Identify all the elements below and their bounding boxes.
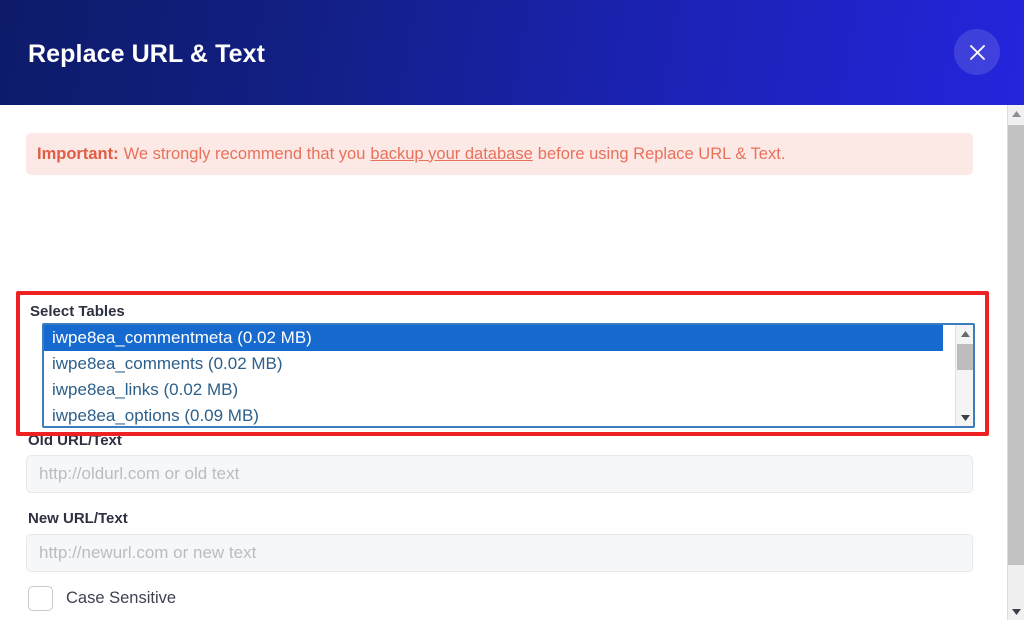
old-url-input[interactable] [26,455,973,493]
old-url-label: Old URL/Text [28,432,122,449]
case-sensitive-label: Case Sensitive [66,588,177,607]
modal-body: Important: We strongly recommend that yo… [0,105,1007,620]
listbox-scrollbar-thumb[interactable] [957,344,973,370]
case-sensitive-row[interactable]: Case Sensitive [28,585,177,611]
list-item[interactable]: iwpe8ea_comments (0.02 MB) [44,351,943,377]
list-item[interactable]: iwpe8ea_commentmeta (0.02 MB) [44,325,943,351]
listbox-scrollbar[interactable] [955,325,973,426]
select-tables-listbox[interactable]: iwpe8ea_commentmeta (0.02 MB) iwpe8ea_co… [42,323,975,428]
page-scrollbar-thumb[interactable] [1008,125,1024,565]
close-icon [969,44,986,61]
backup-warning-banner: Important: We strongly recommend that yo… [26,133,973,175]
list-item[interactable]: iwpe8ea_options (0.09 MB) [44,403,943,426]
new-url-label: New URL/Text [28,510,128,527]
warning-strong-label: Important: [37,144,119,163]
scroll-down-arrow-icon[interactable] [956,409,973,426]
new-url-input[interactable] [26,534,973,572]
close-button[interactable] [954,29,1000,75]
scroll-up-arrow-icon[interactable] [956,325,973,342]
replace-url-text-modal: Replace URL & Text Important: We strongl… [0,0,1024,620]
page-scrollbar[interactable] [1007,105,1024,620]
list-item[interactable]: iwpe8ea_links (0.02 MB) [44,377,943,403]
select-tables-label: Select Tables [30,303,125,320]
warning-text-before: We strongly recommend that you [123,144,366,163]
page-title: Replace URL & Text [28,40,266,68]
page-scroll-up-arrow-icon[interactable] [1008,105,1024,122]
case-sensitive-checkbox[interactable] [28,585,53,611]
page-scroll-down-arrow-icon[interactable] [1008,603,1024,620]
backup-database-link[interactable]: backup your database [370,145,532,164]
warning-text-after: before using Replace URL & Text. [537,144,786,163]
modal-header: Replace URL & Text [0,0,1024,105]
table-option-list: iwpe8ea_commentmeta (0.02 MB) iwpe8ea_co… [44,325,943,426]
